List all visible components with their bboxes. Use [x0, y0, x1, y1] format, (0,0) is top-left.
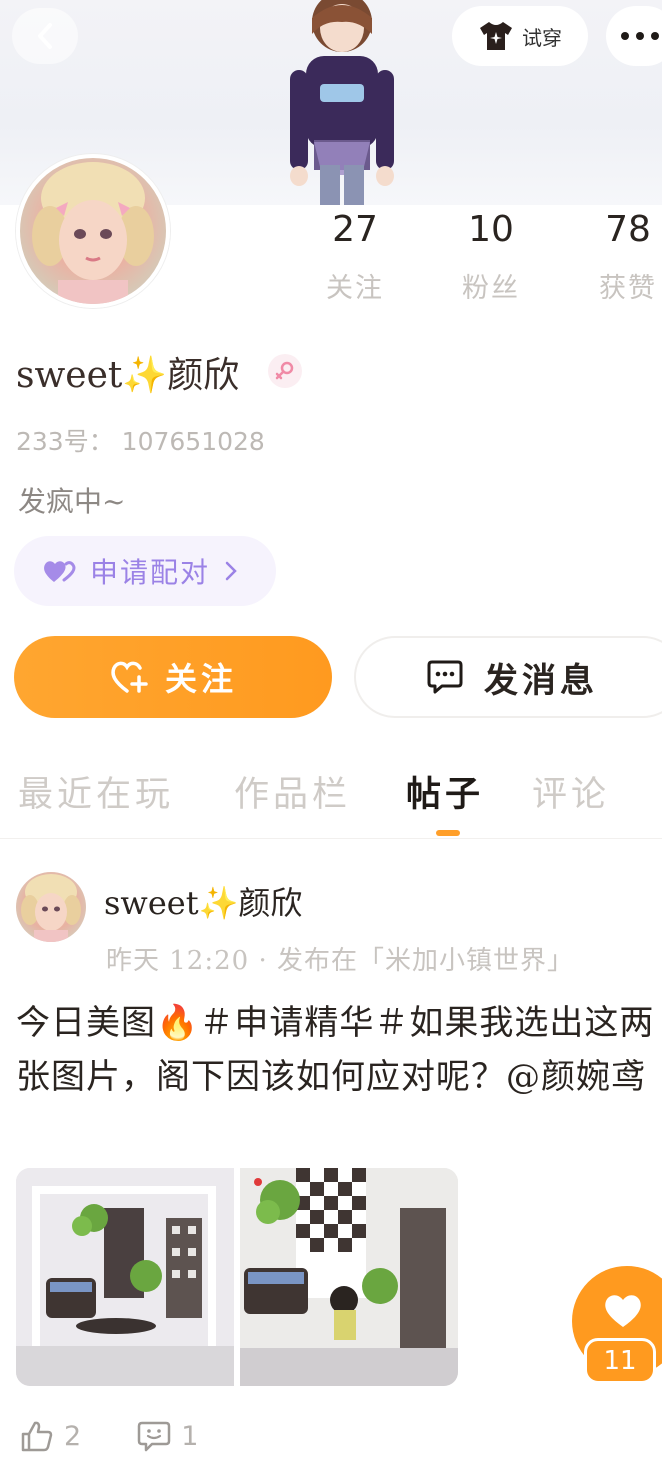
apply-pair-button[interactable]: 申请配对 [14, 536, 276, 606]
send-message-label: 发消息 [484, 660, 598, 701]
heart-icon [605, 1295, 641, 1327]
post-like-count: 2 [64, 1420, 82, 1452]
following-label: 关注 [326, 273, 384, 304]
user-bio: 发疯中~ [18, 485, 126, 518]
avatar-image [32, 162, 154, 304]
tab-recently-played[interactable]: 最近在玩 [18, 766, 174, 817]
chevron-left-icon [38, 23, 52, 49]
post-photo-1[interactable] [16, 1168, 234, 1386]
double-heart-icon [44, 561, 76, 582]
user-id: 233号： 107651028 [16, 427, 265, 456]
post-comment-button[interactable]: 1 [137, 1420, 198, 1452]
more-options-button[interactable] [606, 6, 662, 66]
chevron-right-icon [225, 561, 237, 581]
post-actions: 2 1 [20, 1420, 198, 1452]
active-tab-indicator [436, 830, 460, 836]
stat-following[interactable]: 27 关注 [305, 208, 405, 305]
fans-count: 10 [468, 209, 514, 250]
post-content[interactable]: 今日美图🔥＃申请精华＃如果我选出这两张图片，阁下因该如何应对呢？@颜婉鸢 [16, 996, 656, 1104]
shirt-sparkle-icon [480, 22, 512, 50]
post-meta: 昨天 12:20 · 发布在「米加小镇世界」 [106, 946, 574, 976]
profile-avatar[interactable] [16, 154, 170, 308]
stat-fans[interactable]: 10 粉丝 [441, 208, 541, 305]
send-message-button[interactable]: 发消息 [354, 636, 662, 718]
post-comment-count: 1 [181, 1420, 199, 1452]
heart-plus-icon [111, 661, 148, 693]
back-button[interactable] [12, 8, 78, 64]
follow-label: 关注 [164, 660, 237, 698]
post-author-avatar[interactable] [16, 872, 86, 942]
likes-received-count: 78 [605, 209, 651, 250]
apply-pair-label: 申请配对 [90, 556, 211, 589]
female-icon [275, 361, 294, 380]
try-on-button[interactable]: 试穿 [452, 6, 588, 66]
post-photo-2[interactable] [240, 1168, 458, 1386]
character-figure-image [290, 0, 394, 205]
following-count: 27 [332, 209, 378, 250]
try-on-label: 试穿 [522, 25, 562, 50]
floating-like-count: 11 [584, 1338, 656, 1384]
tab-posts[interactable]: 帖子 [406, 766, 484, 817]
more-dots-icon [621, 32, 659, 40]
stat-likes-received[interactable]: 78 获赞 [578, 208, 662, 305]
profile-tabs: 最近在玩 作品栏 帖子 评论 [0, 766, 662, 836]
chat-bubble-icon [427, 660, 463, 694]
fans-label: 粉丝 [462, 273, 520, 304]
comment-smile-icon [137, 1421, 171, 1452]
post-avatar-image [21, 874, 81, 942]
post-like-button[interactable]: 2 [20, 1420, 81, 1452]
gender-badge [268, 354, 302, 388]
post-author-name[interactable]: sweet✨颜欣 [104, 878, 302, 924]
tabs-divider [0, 838, 662, 839]
likes-received-label: 获赞 [599, 273, 657, 304]
profile-nickname: sweet✨颜欣 [16, 355, 240, 396]
tab-works[interactable]: 作品栏 [234, 766, 351, 817]
room-scene-image-2 [240, 1168, 458, 1386]
room-scene-image [16, 1168, 234, 1386]
tab-comments[interactable]: 评论 [532, 766, 610, 817]
thumbs-up-icon [21, 1421, 53, 1452]
follow-button[interactable]: 关注 [14, 636, 332, 718]
